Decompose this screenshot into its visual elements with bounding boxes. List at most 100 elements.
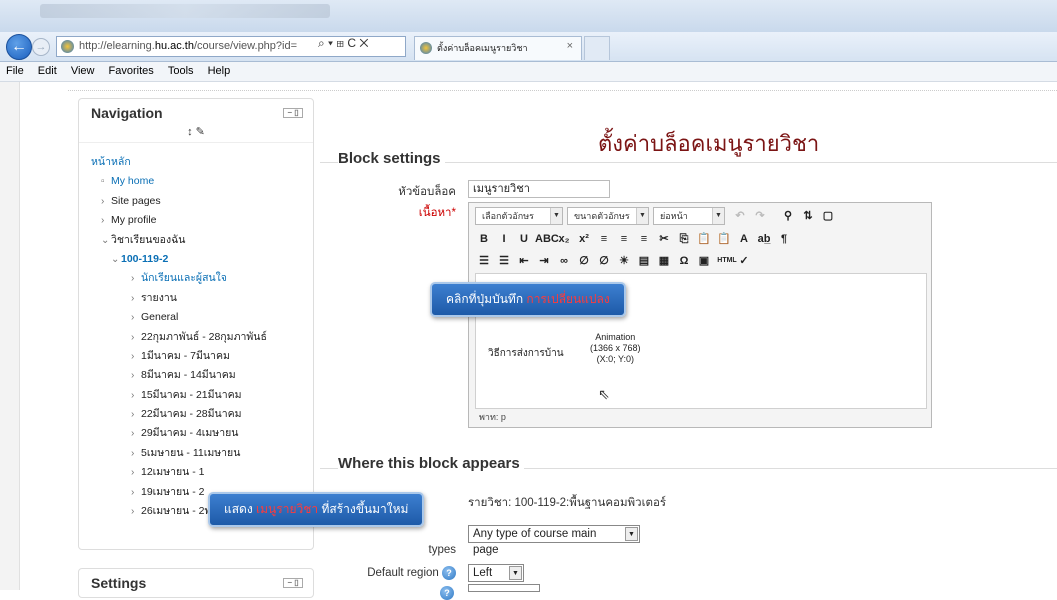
redo-icon[interactable]: ↷ [751,207,769,225]
browser-tab[interactable]: ตั้งค่าบล็อคเมนูรายวิชา × [414,36,582,60]
editor-tool-icon[interactable]: ☰ [475,252,493,270]
editor-tool-icon[interactable]: ABC [535,230,559,248]
nav-item-label: 22มีนาคม - 28มีนาคม [141,408,242,421]
editor-tool-icon[interactable]: B [475,230,493,248]
nav-item-label: 100-119-2 [121,252,169,265]
editor-tool-icon[interactable]: ¶ [775,230,793,248]
font-size-select[interactable]: ขนาดตัวอักษร ▼ [567,207,649,225]
undo-icon[interactable]: ↶ [731,207,749,225]
menu-favorites[interactable]: Favorites [103,62,159,77]
weight-select[interactable] [468,584,540,592]
nav-item[interactable]: › 22มีนาคม - 28มีนาคม [91,405,313,424]
fullscreen-icon[interactable]: ▢ [819,207,837,225]
menu-edit[interactable]: Edit [32,62,62,77]
tab-close-icon[interactable]: × [567,40,573,52]
editor-tool-icon[interactable]: ▤ [635,252,653,270]
nav-chevron-icon: ⌄ [101,234,110,246]
editor-tool-icon[interactable]: 📋 [695,230,713,248]
editor-tool-icon[interactable]: x₂ [555,230,573,248]
editor-tool-icon[interactable]: I [495,230,513,248]
chevron-down-icon: ▼ [712,208,724,224]
editor-tool-icon[interactable]: ⎘ [675,230,693,248]
editor-tool-icon[interactable]: ⇤ [515,252,533,270]
nav-item[interactable]: › นักเรียนและผู้สนใจ [91,269,313,288]
editor-tool-icon[interactable]: A [735,230,753,248]
nav-item-label: 22กุมภาพันธ์ - 28กุมภาพันธ์ [141,330,267,343]
nav-item[interactable]: › 1มีนาคม - 7มีนาคม [91,347,313,366]
editor-tool-icon[interactable]: x² [575,230,593,248]
font-family-select[interactable]: เลือกตัวอักษร ▼ [475,207,563,225]
nav-item-label: รายงาน [141,291,177,304]
chevron-down-icon: ▼ [550,208,562,224]
forward-button[interactable]: → [32,38,50,56]
nav-item[interactable]: ⌄ 100-119-2 [91,250,313,269]
nav-chevron-icon: › [131,486,135,498]
nav-item[interactable]: หน้าหลัก [91,153,313,172]
editor-tool-icon[interactable]: ✂ [655,230,673,248]
animation-caption: Animation (1366 x 768) (X:0; Y:0) [590,332,641,364]
menu-help[interactable]: Help [202,62,236,77]
nav-chevron-icon: › [131,350,135,362]
nav-item-label: 19เมษายน - 2 [141,485,205,498]
address-bar-tools[interactable]: ⌕ ▾ ⊞ C ✕ [318,36,369,51]
help-icon[interactable]: ? [440,586,454,600]
editor-tool-icon[interactable]: ≡ [615,230,633,248]
url-prefix: http://elearning. [79,40,155,52]
nav-item[interactable]: › 8มีนาคม - 14มีนาคม [91,366,313,385]
help-icon[interactable]: ? [442,566,456,580]
nav-item[interactable]: › 12เมษายน - 1 [91,463,313,482]
back-button[interactable]: ← [6,34,32,60]
editor-tool-icon[interactable]: ≡ [595,230,613,248]
block-collapse-icon[interactable]: − ▯ [283,108,303,118]
default-region-select[interactable]: Left ▼ [468,564,524,582]
editor-tool-icon[interactable]: Ω [675,252,693,270]
editor-tool-icon[interactable]: ≡ [635,230,653,248]
editor-tool-icon[interactable]: ▣ [695,252,713,270]
nav-item[interactable]: › 15มีนาคม - 21มีนาคม [91,386,313,405]
editor-tool-icon[interactable]: ▦ [655,252,673,270]
nav-item[interactable]: › 29มีนาคม - 4เมษายน [91,424,313,443]
settings-collapse-icon[interactable]: − ▯ [283,578,303,588]
default-region-label: Default region ? [346,566,456,580]
menu-tools[interactable]: Tools [162,62,199,77]
navigation-tools[interactable]: ↕ ✎ [79,125,313,143]
nav-item[interactable]: ▫ My home [91,172,313,191]
block-title-label: หัวข้อบล็อค [398,186,456,198]
find-icon[interactable]: ⚲ [779,207,797,225]
nav-chevron-icon: › [131,409,135,421]
editor-tool-icon[interactable]: ☰ [495,252,513,270]
editor-tool-icon[interactable]: ⇥ [535,252,553,270]
nav-item[interactable]: › 22กุมภาพันธ์ - 28กุมภาพันธ์ [91,328,313,347]
block-title-input[interactable]: เมนูรายวิชา [468,180,610,198]
paragraph-select[interactable]: ย่อหน้า ▼ [653,207,725,225]
editor-tool-icon[interactable]: ∅ [575,252,593,270]
nav-item[interactable]: › 5เมษายน - 11เมษายน [91,444,313,463]
nav-item-label: 1มีนาคม - 7มีนาคม [141,349,230,362]
content-label: เนื้อหา* [418,207,456,219]
editor-content-text: วิธีการส่งการบ้าน [488,348,564,359]
nav-item[interactable]: › รายงาน [91,289,313,308]
page-types-select[interactable]: Any type of course main page ▼ [468,525,640,556]
editor-tool-icon[interactable]: ✓ [735,252,753,270]
editor-tool-icon[interactable]: ∞ [555,252,573,270]
nav-item[interactable]: › General [91,308,313,327]
chevron-down-icon: ▼ [636,208,648,224]
editor-tool-icon[interactable]: ☀ [615,252,633,270]
editor-tool-icon[interactable]: 📋 [715,230,733,248]
forward-arrow-icon: → [35,41,47,53]
nav-item[interactable]: › Site pages [91,192,313,211]
editor-tool-icon[interactable]: ∅ [595,252,613,270]
nav-item[interactable]: ⌄ วิชาเรียนของฉัน [91,231,313,250]
menu-view[interactable]: View [65,62,100,77]
editor-tool-icon[interactable]: U [515,230,533,248]
nav-chevron-icon: › [131,428,135,440]
nav-item[interactable]: › My profile [91,211,313,230]
page-title: ตั้งค่าบล็อคเมนูรายวิชา [598,132,820,157]
new-tab-button[interactable] [584,36,610,60]
menu-file[interactable]: File [0,62,29,77]
editor-tool-icon[interactable]: ab̲ [755,230,773,248]
course-context-value: รายวิชา: 100-119-2:พื้นฐานคอมพิวเตอร์ [468,497,667,509]
nav-chevron-icon: › [131,467,135,479]
replace-icon[interactable]: ⇅ [799,207,817,225]
nav-item-label: หน้าหลัก [91,156,131,168]
